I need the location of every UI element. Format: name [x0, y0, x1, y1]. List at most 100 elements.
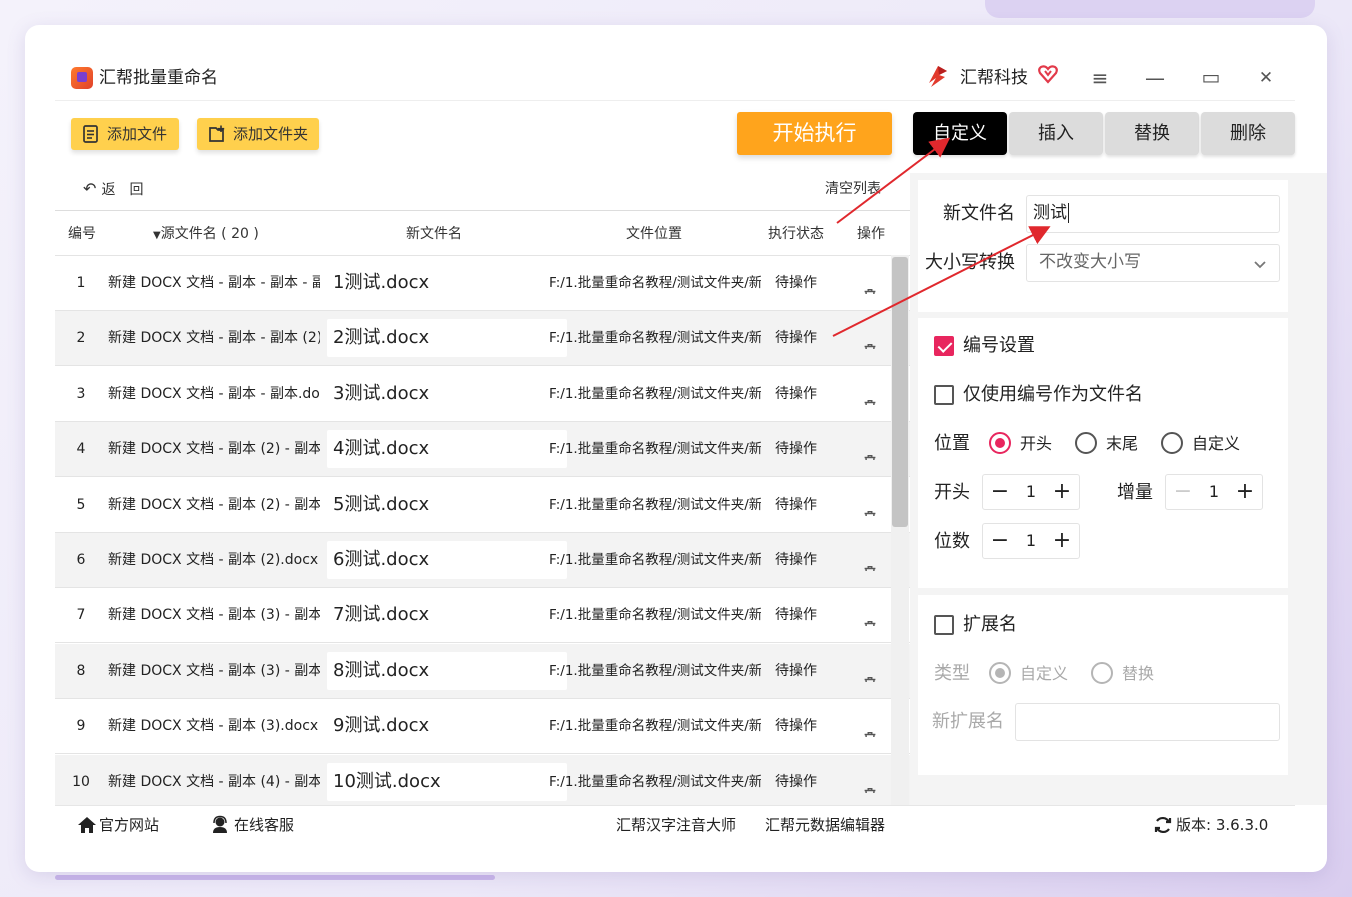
brand-logo-icon [929, 66, 947, 87]
trash-icon[interactable] [861, 496, 881, 516]
app-logo-icon [71, 67, 93, 89]
trash-icon[interactable] [861, 274, 881, 294]
digits-stepper[interactable]: − 1 + [982, 523, 1080, 559]
new-ext-label: 新扩展名 [932, 711, 1004, 732]
type-radio-replace[interactable] [1091, 662, 1113, 684]
new-filename: 1测试.docx [327, 264, 567, 302]
new-filename: 5测试.docx [327, 485, 567, 524]
trash-icon[interactable] [861, 385, 881, 405]
metadata-editor-link[interactable]: 汇帮元数据编辑器 [765, 815, 885, 835]
status-text: 待操作 [775, 552, 817, 568]
status-text: 待操作 [775, 773, 817, 790]
increment-button[interactable]: + [1047, 475, 1077, 511]
source-filename: 新建 DOCX 文档 - 副本 (2) - 副本.c [108, 496, 320, 513]
numbering-checkbox[interactable] [934, 336, 954, 356]
start-stepper[interactable]: − 1 + [982, 474, 1080, 510]
scrollbar-thumb[interactable] [892, 257, 908, 527]
decrement-button[interactable]: − [985, 475, 1015, 511]
source-filename: 新建 DOCX 文档 - 副本 (3) - 副本 - [108, 607, 320, 624]
extension-label: 扩展名 [963, 614, 1017, 635]
file-location: F:/1.批量重命名教程/测试文件夹/新 [549, 773, 761, 790]
digits-value: 1 [1025, 531, 1037, 550]
increment-button[interactable]: + [1047, 524, 1077, 560]
undo-icon: ↶ [83, 179, 102, 198]
case-select[interactable]: 不改变大小写 [1026, 244, 1280, 282]
position-radio-custom[interactable] [1161, 432, 1183, 454]
tab-replace[interactable]: 替换 [1105, 112, 1199, 155]
column-header-num: 编号 [68, 226, 96, 242]
table-row[interactable]: 3 新建 DOCX 文档 - 副本 - 副本.doc: 3测试.docx F:/1.批… [55, 367, 910, 422]
source-filename: 新建 DOCX 文档 - 副本 - 副本.doc: [108, 385, 320, 402]
new-filename: 10测试.docx [327, 762, 567, 801]
trash-icon[interactable] [861, 329, 881, 350]
row-number: 9 [76, 718, 86, 735]
position-radio-end[interactable] [1075, 432, 1097, 454]
row-number: 10 [72, 773, 90, 790]
table-row[interactable]: 6 新建 DOCX 文档 - 副本 (2).docx 6测试.docx F:/1.批量… [55, 533, 910, 588]
refresh-icon[interactable] [1153, 815, 1173, 835]
version-label: 版本: 3.6.3.0 [1176, 816, 1269, 834]
type-option-replace: 替换 [1122, 664, 1155, 683]
column-header-source-label: 源文件名 ( 20 ) [160, 226, 259, 242]
table-row[interactable]: 1 新建 DOCX 文档 - 副本 - 副本 - 副 1测试.docx F:/1.批量… [55, 256, 910, 311]
table-row[interactable]: 8 新建 DOCX 文档 - 副本 (3) - 副本.c 8测试.docx F:/1.… [55, 643, 910, 699]
trash-icon[interactable] [861, 662, 881, 682]
add-folder-icon [209, 125, 225, 142]
file-icon [83, 125, 98, 143]
close-icon[interactable]: ✕ [1252, 64, 1280, 92]
divider [55, 210, 910, 211]
table-row[interactable]: 9 新建 DOCX 文档 - 副本 (3).docx 9测试.docx F:/1.批量… [55, 699, 910, 755]
decrement-button[interactable]: − [985, 524, 1015, 560]
increment-value: 1 [1208, 482, 1220, 501]
trash-icon[interactable] [861, 773, 881, 793]
new-filename: 6测试.docx [327, 541, 567, 579]
table-row[interactable]: 7 新建 DOCX 文档 - 副本 (3) - 副本 - 7测试.docx F:/1.… [55, 588, 910, 644]
status-text: 待操作 [775, 662, 817, 679]
online-support-link[interactable]: 在线客服 [234, 815, 294, 835]
table-row[interactable]: 5 新建 DOCX 文档 - 副本 (2) - 副本.c 5测试.docx F:/1.… [55, 478, 910, 533]
position-radio-start[interactable] [989, 432, 1011, 454]
decrement-button[interactable]: − [1168, 475, 1198, 511]
tab-delete[interactable]: 删除 [1201, 112, 1295, 155]
menu-icon[interactable]: ≡ [1086, 64, 1114, 92]
column-header-status: 执行状态 [768, 226, 824, 242]
official-website-link[interactable]: 官方网站 [99, 815, 159, 835]
increment-button[interactable]: + [1230, 475, 1260, 511]
maximize-icon[interactable]: ▭ [1197, 63, 1225, 91]
tab-insert[interactable]: 插入 [1009, 112, 1103, 155]
row-number: 3 [76, 385, 86, 402]
clear-list-button[interactable]: 清空列表 [825, 180, 881, 198]
only-number-checkbox[interactable] [934, 385, 954, 405]
table-row[interactable]: 4 新建 DOCX 文档 - 副本 (2) - 副本 - 4测试.docx F:/1.… [55, 422, 910, 478]
numbering-label: 编号设置 [963, 335, 1035, 356]
trash-icon[interactable] [861, 717, 881, 738]
status-text: 待操作 [775, 441, 817, 458]
add-file-button[interactable]: 添加文件 [71, 118, 179, 150]
source-filename: 新建 DOCX 文档 - 副本 (3).docx [108, 718, 319, 735]
pinyin-app-link[interactable]: 汇帮汉字注音大师 [616, 815, 736, 835]
position-option-custom: 自定义 [1192, 434, 1241, 453]
trash-icon[interactable] [861, 606, 881, 627]
back-button[interactable]: ↶ 返 回 [83, 180, 144, 199]
column-header-source[interactable]: ▼源文件名 ( 20 ) [153, 225, 259, 245]
start-button[interactable]: 开始执行 [737, 112, 892, 155]
background-decoration [55, 875, 495, 880]
column-header-location: 文件位置 [626, 226, 682, 242]
trash-icon[interactable] [861, 440, 881, 461]
table-row[interactable]: 2 新建 DOCX 文档 - 副本 - 副本 (2).c 2测试.docx F:/1.… [55, 311, 910, 367]
extension-checkbox[interactable] [934, 615, 954, 635]
new-ext-input[interactable] [1015, 703, 1280, 741]
only-number-label: 仅使用编号作为文件名 [963, 384, 1143, 405]
new-filename: 8测试.docx [327, 651, 567, 690]
type-option-custom: 自定义 [1020, 664, 1069, 683]
vip-heart-icon[interactable] [1037, 63, 1059, 85]
tab-custom[interactable]: 自定义 [913, 112, 1007, 155]
table-row[interactable]: 10 新建 DOCX 文档 - 副本 (4) - 副本 - 10测试.docx F:/… [55, 754, 910, 805]
type-radio-custom[interactable] [989, 662, 1011, 684]
add-folder-button[interactable]: 添加文件夹 [197, 118, 319, 150]
increment-stepper[interactable]: − 1 + [1165, 474, 1263, 510]
new-filename: 9测试.docx [327, 707, 567, 746]
trash-icon[interactable] [861, 551, 881, 571]
minimize-icon[interactable]: — [1141, 64, 1169, 92]
new-name-input[interactable]: 测试 [1026, 195, 1280, 233]
